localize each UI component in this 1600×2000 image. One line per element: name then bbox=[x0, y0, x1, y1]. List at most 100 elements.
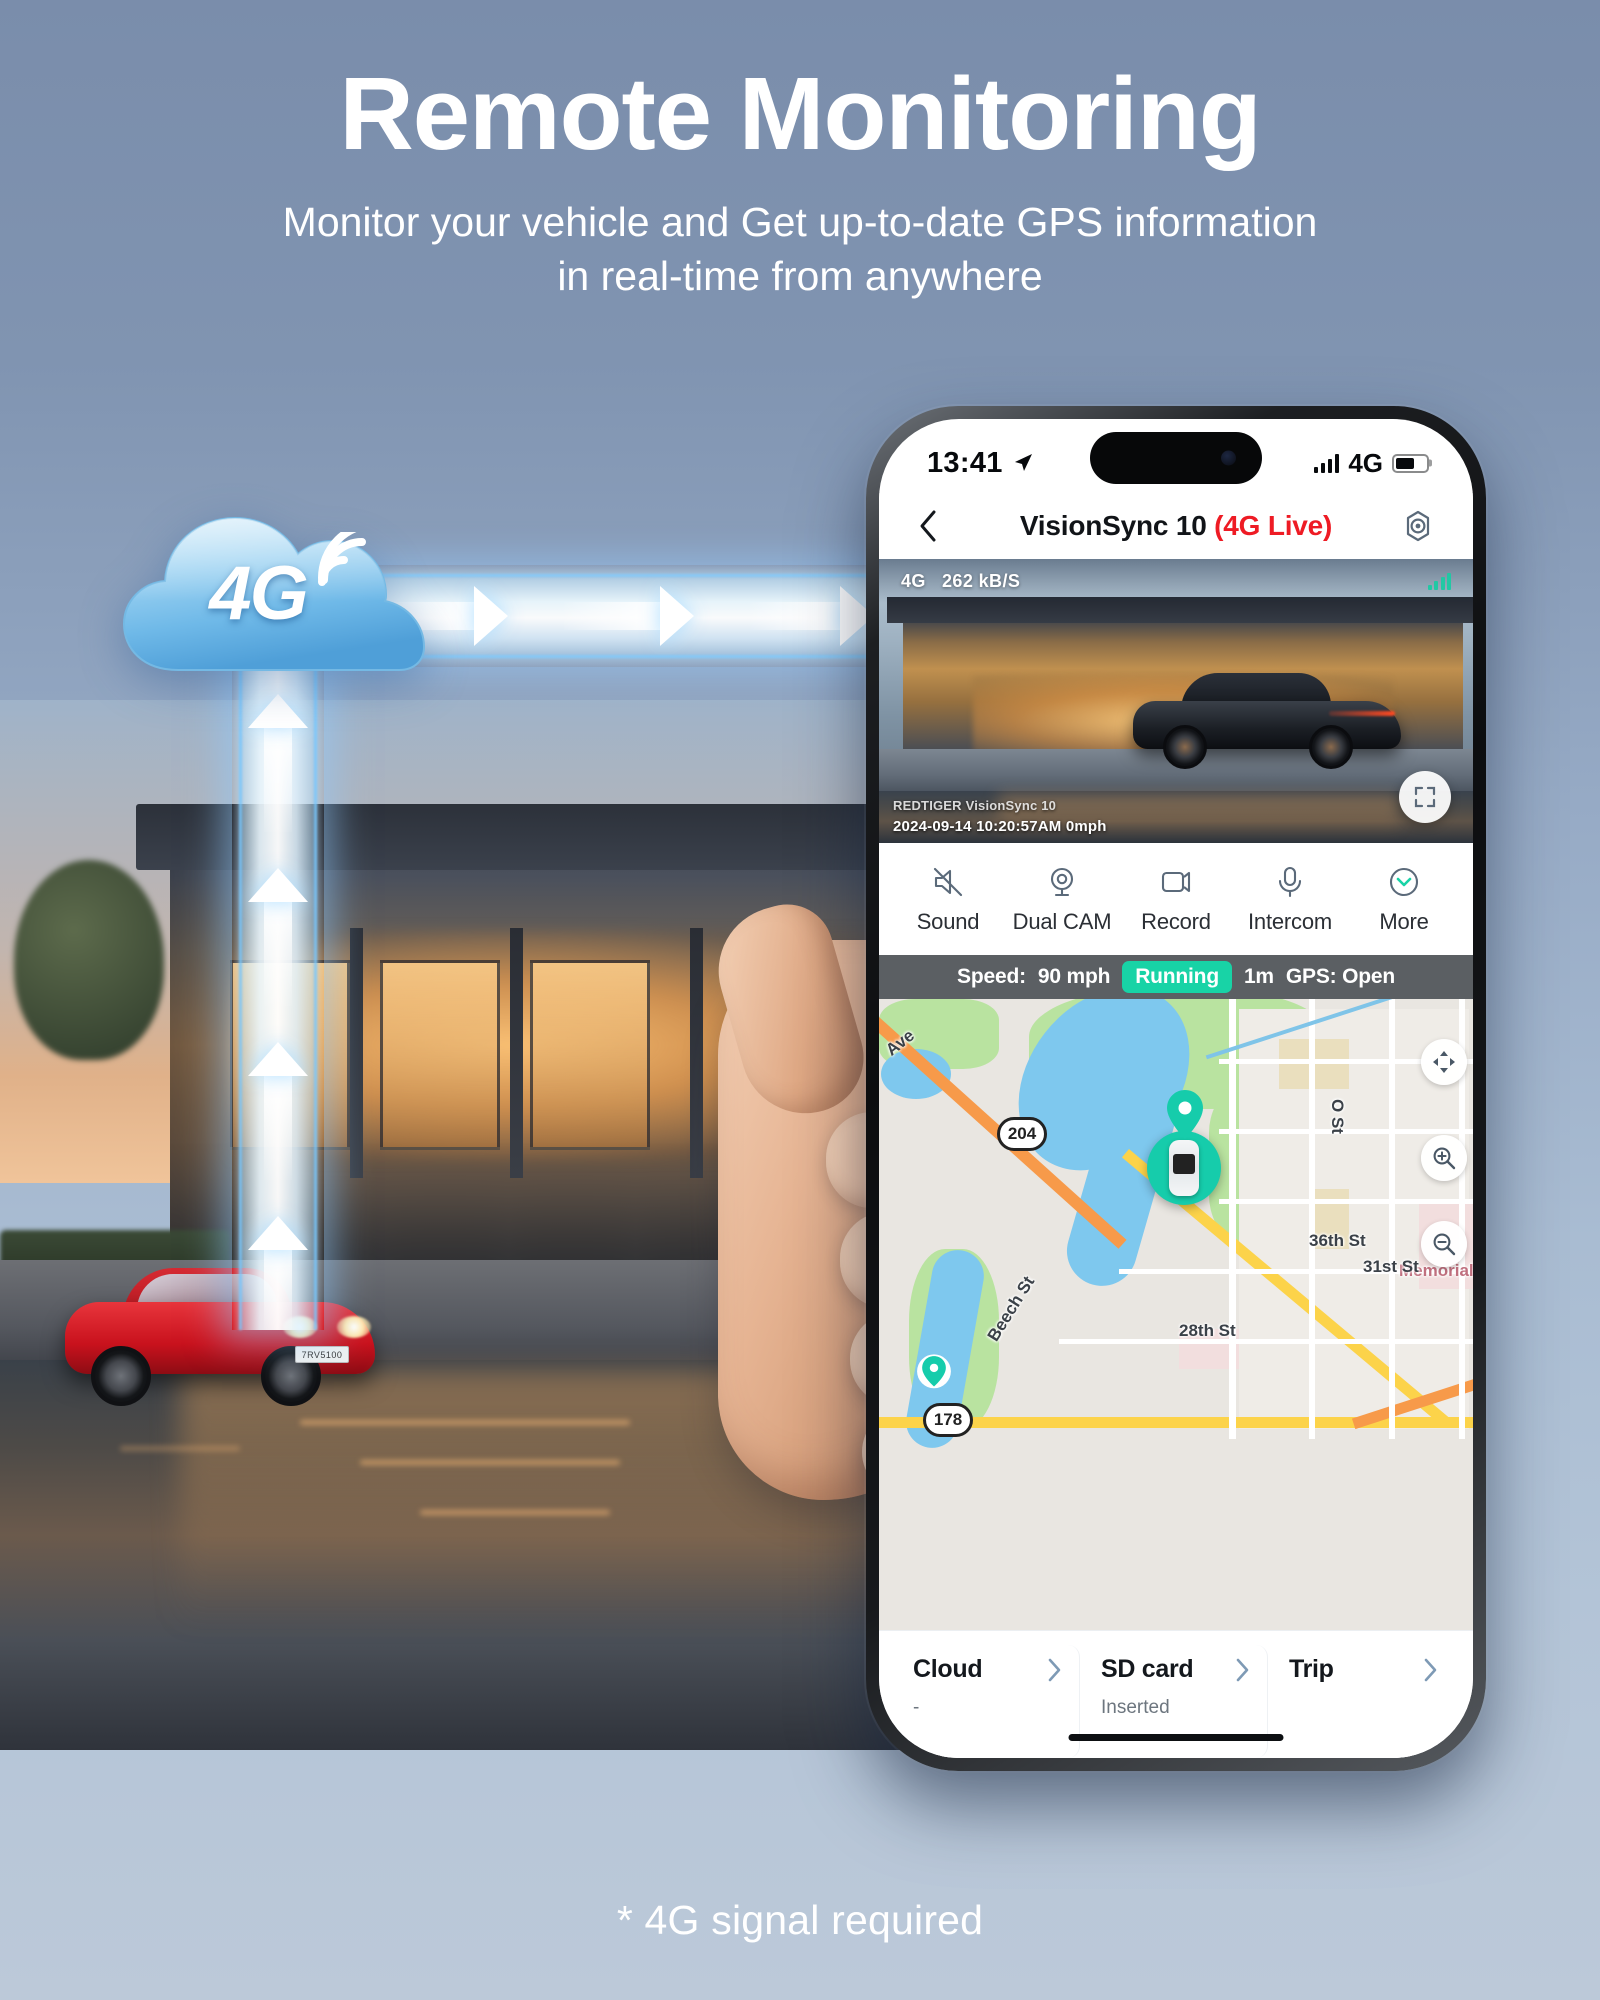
signal-bars-icon bbox=[1313, 453, 1340, 473]
feed-network-label: 4G 262 kB/S bbox=[901, 571, 1020, 592]
car-headlight bbox=[337, 1316, 371, 1338]
header: Remote Monitoring Monitor your vehicle a… bbox=[0, 0, 1600, 303]
gps-map[interactable]: Ave O St 36th St Memorial H Beech St 28t… bbox=[879, 999, 1473, 1630]
toolbar-label: Record bbox=[1141, 908, 1211, 934]
arrow-stem bbox=[564, 602, 660, 630]
cloud-label: 4G bbox=[209, 551, 308, 636]
phone-device: 13:41 4G VisionSync 10 (4G Live) 4G 262 … bbox=[866, 406, 1486, 1771]
camera-pin-icon bbox=[1050, 867, 1074, 896]
pool-light-streak bbox=[300, 1420, 630, 1425]
map-pan-control[interactable] bbox=[1421, 1039, 1467, 1085]
pool-light-streak bbox=[120, 1446, 240, 1451]
feed-timestamp: 2024-09-14 10:20:57AM 0mph bbox=[893, 818, 1107, 835]
card-subtitle: - bbox=[913, 1697, 920, 1718]
vehicle-status-strip: Speed: 90 mph Running 1m GPS: Open bbox=[879, 955, 1473, 999]
feed-car-wheel bbox=[1163, 725, 1207, 769]
map-label: 31st St bbox=[1363, 1257, 1419, 1276]
card-trip[interactable]: Trip bbox=[1273, 1645, 1455, 1758]
device-name: VisionSync 10 bbox=[1019, 510, 1207, 541]
map-street bbox=[1219, 1199, 1473, 1204]
feed-network: 4G bbox=[901, 570, 926, 591]
location-arrow-icon bbox=[1014, 454, 1032, 471]
vehicle-marker[interactable] bbox=[1147, 1131, 1221, 1205]
video-record-icon bbox=[1161, 871, 1191, 892]
villa-window bbox=[530, 960, 650, 1150]
zoom-in-icon bbox=[1433, 1147, 1456, 1170]
toolbar-label: Sound bbox=[916, 908, 980, 934]
toolbar-item-record[interactable]: Record bbox=[1119, 864, 1233, 935]
settings-gear-icon[interactable] bbox=[1401, 509, 1435, 543]
live-video-feed[interactable]: 4G 262 kB/S REDTIGER VisionSync 10 2024-… bbox=[879, 559, 1473, 843]
arrow-stem bbox=[264, 728, 292, 832]
map-zoom-in-control[interactable] bbox=[1421, 1135, 1467, 1181]
highway-shield: 178 bbox=[923, 1403, 973, 1437]
status-time: 13:41 bbox=[927, 446, 1003, 479]
battery-icon bbox=[1392, 453, 1429, 473]
map-pin-icon bbox=[917, 1354, 951, 1389]
feed-watermark: REDTIGER VisionSync 10 bbox=[893, 798, 1057, 813]
map-street bbox=[1389, 999, 1395, 1439]
footnote: * 4G signal required bbox=[616, 1897, 984, 1943]
arrow-stem bbox=[264, 902, 292, 1006]
toolbar-item-dual-cam[interactable]: Dual CAM bbox=[1005, 864, 1119, 935]
toolbar-label: More bbox=[1379, 908, 1429, 934]
dynamic-island bbox=[1090, 432, 1262, 484]
vertical-data-beam bbox=[232, 640, 324, 1330]
map-zoom-out-control[interactable] bbox=[1421, 1221, 1467, 1267]
card-title: Trip bbox=[1289, 1655, 1334, 1683]
card-title: Cloud bbox=[913, 1655, 983, 1683]
chevron-left-icon[interactable] bbox=[917, 509, 939, 543]
pool-light-streak bbox=[360, 1460, 620, 1465]
arrow-stem bbox=[750, 602, 840, 630]
card-sd-card[interactable]: SD card Inserted bbox=[1085, 1645, 1268, 1758]
tree bbox=[14, 860, 164, 1060]
feature-toolbar: Sound Dual CAM Record Intercom More bbox=[879, 843, 1473, 955]
up-arrow-icon bbox=[248, 694, 308, 728]
villa-column bbox=[510, 928, 523, 1178]
hero-red-car: 7RV5100 bbox=[55, 1260, 385, 1406]
map-label: 36th St bbox=[1309, 1231, 1366, 1250]
map-street bbox=[1229, 999, 1236, 1439]
toolbar-label: Intercom bbox=[1248, 908, 1332, 934]
speed-label: Speed: bbox=[957, 965, 1026, 988]
status-network: 4G bbox=[1348, 447, 1383, 478]
fullscreen-expand-icon[interactable] bbox=[1399, 771, 1451, 823]
subtitle-line-2: in real-time from anywhere bbox=[557, 253, 1043, 300]
subtitle-line-1: Monitor your vehicle and Get up-to-date … bbox=[282, 199, 1318, 245]
live-status-label: (4G Live) bbox=[1214, 510, 1333, 541]
right-arrow-icon bbox=[660, 586, 694, 646]
chevron-right-icon bbox=[1048, 1658, 1061, 1681]
microphone-icon bbox=[1278, 866, 1302, 897]
pool-light-streak bbox=[420, 1510, 610, 1515]
feed-signal-bars-icon bbox=[1427, 572, 1451, 590]
speed-value: 90 mph bbox=[1037, 965, 1111, 988]
card-header: Cloud bbox=[913, 1655, 1067, 1684]
up-arrow-icon bbox=[248, 868, 308, 902]
page-subtitle: Monitor your vehicle and Get up-to-date … bbox=[0, 195, 1600, 303]
status-right-group: 4G bbox=[1313, 447, 1429, 479]
phone-screen: 13:41 4G VisionSync 10 (4G Live) 4G 262 … bbox=[879, 419, 1473, 1758]
feed-car-taillight bbox=[1329, 711, 1395, 716]
car-top-view-icon bbox=[1169, 1140, 1199, 1196]
front-camera bbox=[1221, 450, 1236, 466]
duration-label: 1m bbox=[1243, 965, 1274, 988]
car-wheel bbox=[91, 1346, 151, 1406]
right-arrow-icon bbox=[474, 586, 508, 646]
zoom-out-icon bbox=[1433, 1233, 1456, 1256]
map-label: O St bbox=[1328, 1099, 1347, 1134]
feed-bitrate: 262 kB/S bbox=[942, 570, 1021, 591]
chevron-down-circle-icon bbox=[1389, 867, 1419, 896]
license-plate: 7RV5100 bbox=[295, 1346, 349, 1363]
toolbar-item-sound[interactable]: Sound bbox=[891, 864, 1005, 935]
toolbar-item-more[interactable]: More bbox=[1347, 864, 1461, 935]
device-title: VisionSync 10 (4G Live) bbox=[879, 510, 1473, 542]
toolbar-item-intercom[interactable]: Intercom bbox=[1233, 864, 1347, 935]
feed-car-wheel bbox=[1309, 725, 1353, 769]
card-title: SD card bbox=[1101, 1655, 1194, 1683]
highway-shield: 204 bbox=[997, 1117, 1047, 1151]
map-street bbox=[1309, 999, 1315, 1439]
home-indicator bbox=[1068, 1734, 1284, 1741]
page-title: Remote Monitoring bbox=[339, 56, 1261, 171]
card-cloud[interactable]: Cloud - bbox=[897, 1645, 1080, 1758]
app-nav-bar: VisionSync 10 (4G Live) bbox=[879, 493, 1473, 559]
